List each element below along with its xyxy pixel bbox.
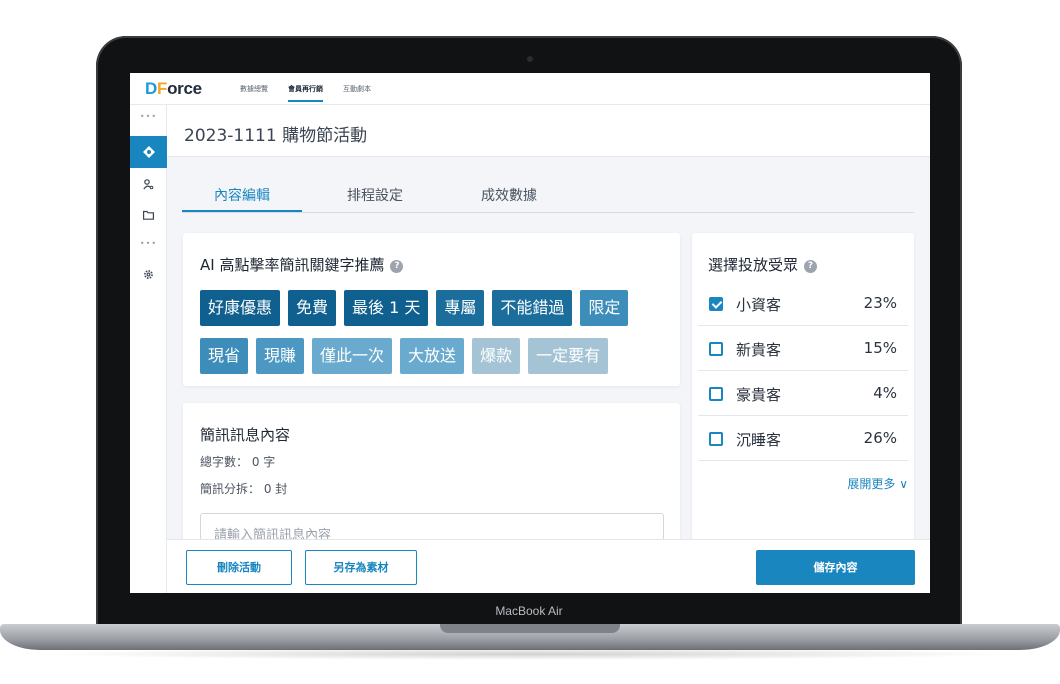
laptop-notch <box>440 624 620 633</box>
keyword-chip[interactable]: 不能錯過 <box>492 290 573 326</box>
expand-more-link[interactable]: 展開更多 ∨ <box>847 475 908 492</box>
audience-row[interactable]: 豪貴客 4% <box>698 371 908 416</box>
compass-icon-glyph <box>142 146 155 158</box>
sms-card-title: 簡訊訊息內容 <box>200 426 291 444</box>
delete-campaign-button[interactable]: 刪除活動 <box>186 550 292 585</box>
keyword-card-title: AI 高點擊率簡訊關鍵字推薦? <box>200 254 404 275</box>
nav-remarketing[interactable]: 會員再行銷 <box>288 73 323 105</box>
keyword-chip[interactable]: 好康優惠 <box>200 290 281 326</box>
compass-icon[interactable] <box>130 136 167 168</box>
nav-overview[interactable]: 數據總覽 <box>240 73 268 105</box>
gear-icon[interactable] <box>130 258 167 290</box>
audience-checkbox[interactable] <box>709 432 723 446</box>
folder-icon[interactable] <box>130 199 167 231</box>
top-bar: DForce 數據總覽 會員再行銷 互動劇本 <box>130 73 930 105</box>
audience-row[interactable]: 沉睡客 26% <box>698 416 908 461</box>
page-title-bar: 2023-1111 購物節活動 <box>167 105 930 157</box>
keyword-chip[interactable]: 爆款 <box>472 338 521 374</box>
device-label: MacBook Air <box>495 604 563 618</box>
content-tabs: 內容編輯 排程設定 成效數據 <box>182 181 914 213</box>
more-icon[interactable]: ••• <box>130 236 167 250</box>
laptop-shadow <box>40 648 1020 660</box>
audience-card-title: 選擇投放受眾? <box>708 254 818 275</box>
user-search-icon[interactable] <box>130 168 167 200</box>
keyword-row-2: 現省 現賺 僅此一次 大放送 爆款 一定要有 <box>200 338 609 374</box>
tab-schedule[interactable]: 排程設定 <box>315 185 435 205</box>
help-icon[interactable]: ? <box>804 260 818 273</box>
dforce-logo[interactable]: DForce <box>145 79 202 99</box>
audience-card: 選擇投放受眾? 小資客 23% 新貴客 15% 豪貴客 4% 沉睡客 26% 展開更多 ∨ <box>692 233 914 563</box>
nav-interactive-script[interactable]: 互動劇本 <box>343 73 371 105</box>
audience-name: 沉睡客 <box>736 431 782 449</box>
keyword-chip[interactable]: 僅此一次 <box>312 338 393 374</box>
laptop-mockup: DForce 數據總覽 會員再行銷 互動劇本 ••• ••• 2023-1111… <box>0 0 1060 684</box>
keyword-card: AI 高點擊率簡訊關鍵字推薦? 好康優惠 免費 最後 1 天專屬 不能錯過 限定 現省現… <box>183 233 680 386</box>
folder-icon-glyph <box>143 210 154 220</box>
keyword-chip[interactable]: 最後 1 天 <box>344 290 429 326</box>
audience-checkbox[interactable] <box>709 297 723 311</box>
save-as-asset-button[interactable]: 另存為素材 <box>305 550 417 585</box>
keyword-chip[interactable]: 專屬 <box>436 290 485 326</box>
keyword-chip[interactable]: 大放送 <box>400 338 465 374</box>
user-search-icon-glyph <box>143 178 154 189</box>
top-nav: 數據總覽 會員再行銷 互動劇本 <box>240 73 371 105</box>
keyword-chip[interactable]: 限定 <box>580 290 629 326</box>
camera-dot <box>527 56 533 62</box>
sidebar: ••• ••• <box>130 105 167 593</box>
char-count: 總字數： 0 字 <box>200 455 276 469</box>
audience-row[interactable]: 小資客 23% <box>698 281 908 326</box>
keyword-chip[interactable]: 一定要有 <box>528 338 609 374</box>
audience-name: 豪貴客 <box>736 386 782 404</box>
tab-performance[interactable]: 成效數據 <box>449 185 569 205</box>
tab-content-edit[interactable]: 內容編輯 <box>182 185 302 205</box>
audience-row[interactable]: 新貴客 15% <box>698 326 908 371</box>
audience-checkbox[interactable] <box>709 387 723 401</box>
keyword-chip[interactable]: 現省 <box>200 338 249 374</box>
audience-percent: 15% <box>863 339 897 357</box>
keyword-chip[interactable]: 現賺 <box>256 338 305 374</box>
help-icon[interactable]: ? <box>390 260 404 273</box>
save-content-button[interactable]: 儲存內容 <box>756 550 915 585</box>
audience-percent: 4% <box>873 384 897 402</box>
more-icon[interactable]: ••• <box>130 109 167 123</box>
active-tab-indicator <box>182 210 302 212</box>
action-footer: 刪除活動 另存為素材 儲存內容 <box>167 539 930 593</box>
gear-icon-glyph <box>144 269 153 279</box>
audience-name: 新貴客 <box>736 341 782 359</box>
app-screen: DForce 數據總覽 會員再行銷 互動劇本 ••• ••• 2023-1111… <box>130 73 930 593</box>
keyword-row-1: 好康優惠 免費 最後 1 天專屬 不能錯過 限定 <box>200 290 629 326</box>
audience-checkbox[interactable] <box>709 342 723 356</box>
sms-split-count: 簡訊分拆： 0 封 <box>200 482 288 496</box>
keyword-chip[interactable]: 免費 <box>288 290 337 326</box>
page-title: 2023-1111 購物節活動 <box>184 126 368 146</box>
audience-percent: 23% <box>863 294 897 312</box>
audience-percent: 26% <box>863 429 897 447</box>
audience-name: 小資客 <box>736 296 782 314</box>
